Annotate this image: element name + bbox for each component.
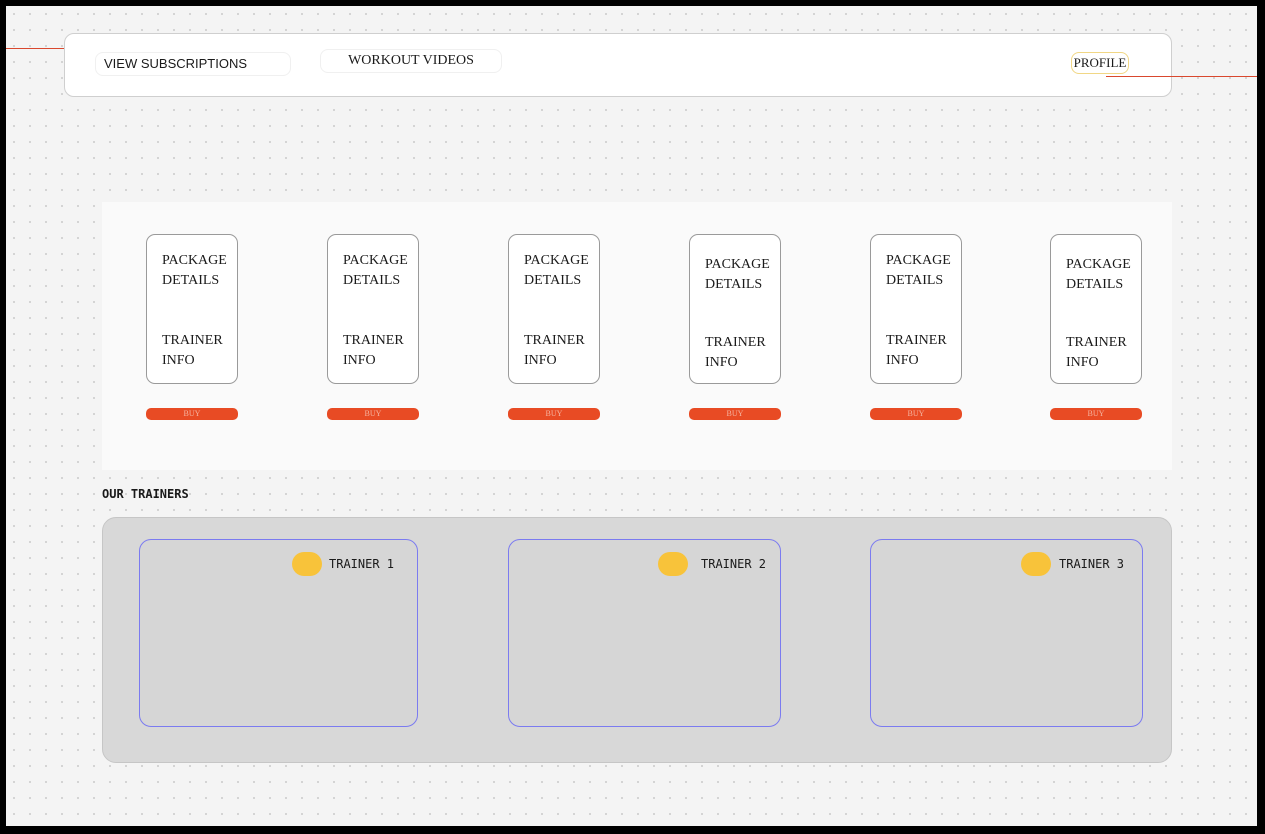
package-details-label: PACKAGE DETAILS [886, 253, 951, 288]
avatar [658, 552, 688, 576]
avatar [292, 552, 322, 576]
package-item: PACKAGE DETAILS TRAINER INFO BUY [870, 234, 962, 420]
package-card[interactable]: PACKAGE DETAILS TRAINER INFO [146, 234, 238, 384]
annotation-line-right [1106, 76, 1257, 77]
package-card[interactable]: PACKAGE DETAILS TRAINER INFO [508, 234, 600, 384]
avatar [1021, 552, 1051, 576]
trainer-name: TRAINER 2 [701, 557, 767, 571]
package-item: PACKAGE DETAILS TRAINER INFO BUY [689, 234, 781, 420]
section-heading-our-trainers: OUR TRAINERS [102, 487, 189, 501]
package-card[interactable]: PACKAGE DETAILS TRAINER INFO [689, 234, 781, 384]
package-card[interactable]: PACKAGE DETAILS TRAINER INFO [870, 234, 962, 384]
trainer-name: TRAINER 1 [329, 557, 395, 571]
package-details-label: PACKAGE DETAILS [524, 253, 589, 288]
package-item: PACKAGE DETAILS TRAINER INFO BUY [508, 234, 600, 420]
nav-view-subscriptions[interactable]: VIEW SUBSCRIPTIONS [95, 52, 291, 76]
package-item: PACKAGE DETAILS TRAINER INFO BUY [1050, 234, 1142, 420]
package-item: PACKAGE DETAILS TRAINER INFO BUY [146, 234, 238, 420]
package-details-label: PACKAGE DETAILS [705, 257, 770, 292]
packages-section: PACKAGE DETAILS TRAINER INFO BUY PACKAGE… [102, 202, 1172, 470]
trainer-name: TRAINER 3 [1059, 557, 1125, 571]
trainer-info-label: TRAINER INFO [524, 333, 585, 368]
trainer-info-label: TRAINER INFO [162, 333, 223, 368]
package-card[interactable]: PACKAGE DETAILS TRAINER INFO [327, 234, 419, 384]
package-item: PACKAGE DETAILS TRAINER INFO BUY [327, 234, 419, 420]
buy-button[interactable]: BUY [870, 408, 962, 420]
trainer-info-label: TRAINER INFO [1066, 335, 1127, 370]
top-navbar: VIEW SUBSCRIPTIONS WORKOUT VIDEOS PROFIL… [64, 33, 1172, 97]
wireframe-canvas: VIEW SUBSCRIPTIONS WORKOUT VIDEOS PROFIL… [6, 6, 1257, 826]
nav-workout-videos[interactable]: WORKOUT VIDEOS [320, 49, 502, 73]
buy-button[interactable]: BUY [1050, 408, 1142, 420]
buy-button[interactable]: BUY [508, 408, 600, 420]
buy-button[interactable]: BUY [146, 408, 238, 420]
trainer-info-label: TRAINER INFO [705, 335, 766, 370]
package-details-label: PACKAGE DETAILS [343, 253, 408, 288]
package-details-label: PACKAGE DETAILS [162, 253, 227, 288]
package-details-label: PACKAGE DETAILS [1066, 257, 1131, 292]
trainer-card[interactable]: TRAINER 3 [870, 539, 1143, 727]
package-card[interactable]: PACKAGE DETAILS TRAINER INFO [1050, 234, 1142, 384]
trainer-info-label: TRAINER INFO [886, 333, 947, 368]
trainer-info-label: TRAINER INFO [343, 333, 404, 368]
nav-profile[interactable]: PROFILE [1071, 52, 1129, 74]
buy-button[interactable]: BUY [689, 408, 781, 420]
trainer-card[interactable]: TRAINER 2 [508, 539, 781, 727]
trainers-panel: TRAINER 1 TRAINER 2 TRAINER 3 [102, 517, 1172, 763]
buy-button[interactable]: BUY [327, 408, 419, 420]
trainer-card[interactable]: TRAINER 1 [139, 539, 418, 727]
